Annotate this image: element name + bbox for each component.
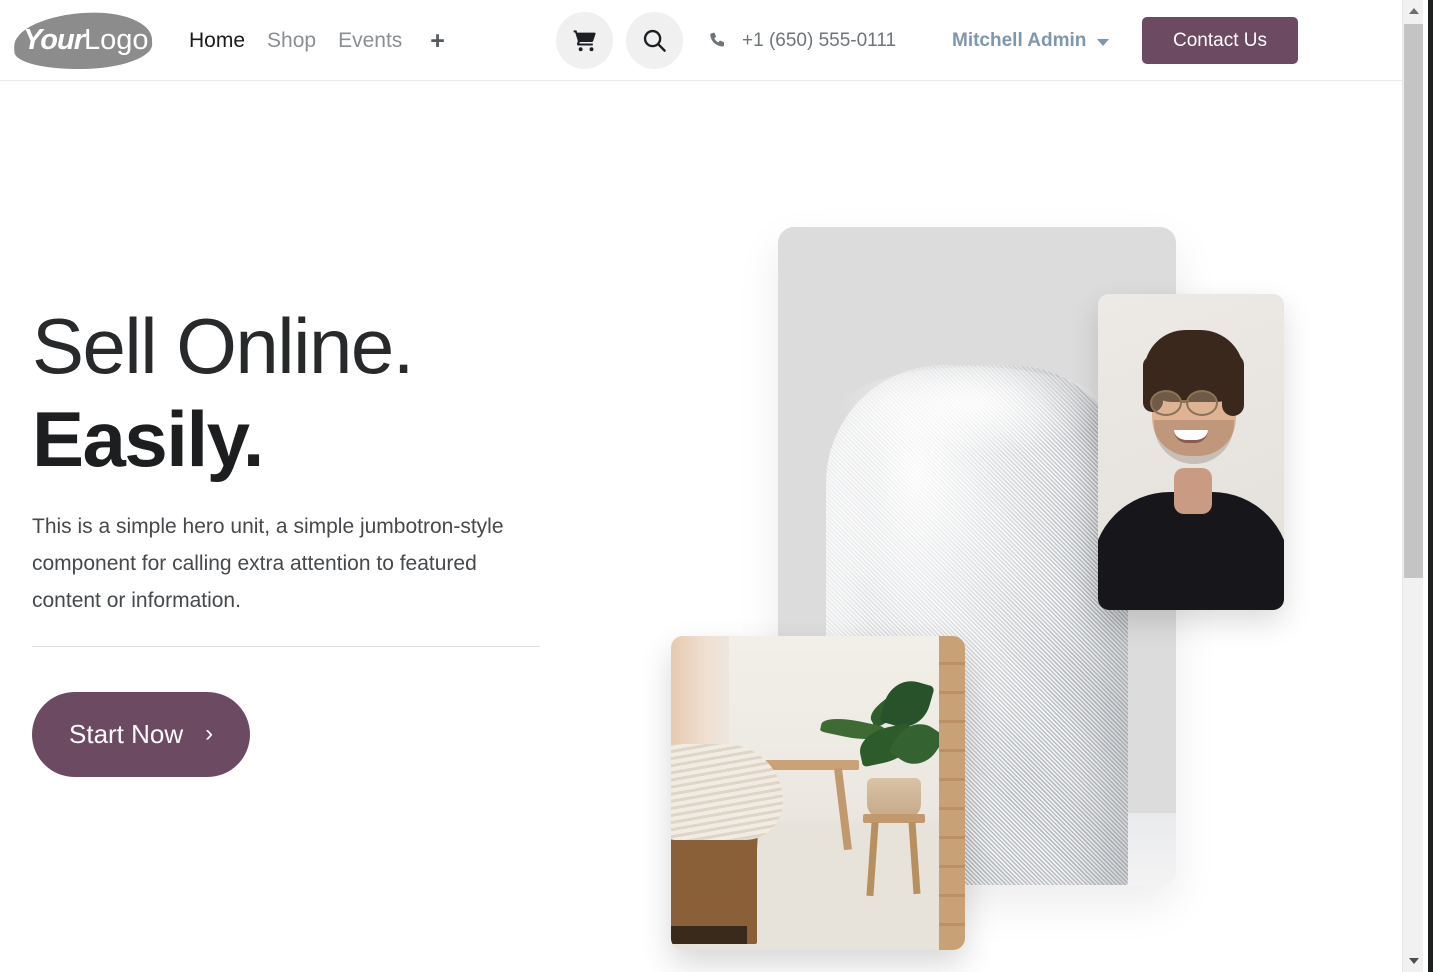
room-wood-panel <box>939 636 965 950</box>
window-edge-inner <box>1423 0 1428 972</box>
scroll-up-button[interactable] <box>1403 0 1424 22</box>
bedroom-image <box>671 636 965 950</box>
user-name: Mitchell Admin <box>952 29 1087 51</box>
shopping-cart-icon <box>573 29 596 51</box>
window-edge <box>1423 0 1433 972</box>
start-now-button[interactable]: Start Now › <box>32 692 251 777</box>
chevron-down-icon <box>1097 38 1110 46</box>
nav-item-home[interactable]: Home <box>189 21 267 61</box>
search-icon <box>643 29 666 52</box>
vertical-scrollbar[interactable] <box>1402 0 1424 972</box>
cart-button[interactable] <box>556 12 613 69</box>
phone-icon <box>710 32 725 47</box>
user-menu[interactable]: Mitchell Admin <box>952 0 1110 81</box>
hero-subtitle: This is a simple hero unit, a simple jum… <box>32 515 504 612</box>
logo-text-secondary: Logo <box>83 24 149 56</box>
hero-divider <box>32 646 540 647</box>
plant-pot <box>867 778 921 818</box>
speaker-highlight <box>838 367 1108 457</box>
phone-number: +1 (650) 555-0111 <box>742 29 897 51</box>
room-bed-shadow <box>671 926 747 944</box>
start-now-label: Start Now <box>69 719 184 749</box>
add-page-plus-icon[interactable]: + <box>424 27 451 55</box>
scroll-down-arrow-icon <box>1408 958 1419 964</box>
site-header: YourLogo Home Shop Events + +1 (650) 555… <box>0 0 1412 81</box>
portrait-glasses-left <box>1150 390 1182 416</box>
browser-page: YourLogo Home Shop Events + +1 (650) 555… <box>0 0 1433 972</box>
hero-image-collage <box>640 200 1340 972</box>
portrait-image <box>1098 294 1284 610</box>
chevron-right-icon: › <box>205 719 214 747</box>
portrait-glasses-right <box>1186 390 1218 416</box>
portrait-neck <box>1174 468 1212 514</box>
site-logo[interactable]: YourLogo <box>13 9 153 73</box>
website-viewport: YourLogo Home Shop Events + +1 (650) 555… <box>0 0 1412 972</box>
contact-us-button[interactable]: Contact Us <box>1142 17 1298 64</box>
scroll-up-arrow-icon <box>1408 8 1419 14</box>
main-navigation: Home Shop Events + <box>189 0 451 81</box>
hero-title-line-1: Sell Online. <box>32 302 414 390</box>
phone-link[interactable]: +1 (650) 555-0111 <box>708 0 896 81</box>
portrait-hair-right <box>1222 354 1244 416</box>
logo-text: YourLogo <box>23 23 153 57</box>
scroll-down-button[interactable] <box>1403 950 1424 972</box>
scrollbar-thumb[interactable] <box>1404 24 1423 578</box>
portrait-glasses-bridge <box>1181 400 1189 403</box>
hero-text-block: Sell Online. Easily. This is a simple he… <box>32 300 552 619</box>
hero-title-line-2: Easily. <box>32 395 264 483</box>
page-title: Sell Online. Easily. <box>32 300 552 486</box>
search-button[interactable] <box>626 12 683 69</box>
logo-text-primary: Your <box>23 24 85 56</box>
nav-item-shop[interactable]: Shop <box>267 21 338 61</box>
nav-item-events[interactable]: Events <box>338 21 424 61</box>
